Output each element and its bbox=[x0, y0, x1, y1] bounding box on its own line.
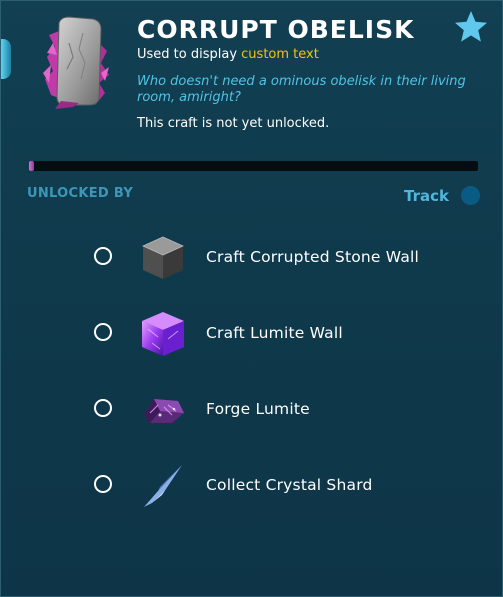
subtitle-text: Used to display bbox=[137, 47, 242, 62]
track-label[interactable]: Track bbox=[404, 187, 449, 205]
crystal-shard-icon bbox=[144, 465, 182, 507]
item-title: CORRUPT OBELISK bbox=[137, 15, 415, 44]
requirement-row: Forge Lumite bbox=[1, 385, 503, 435]
subtitle-highlight: custom text bbox=[241, 47, 319, 62]
unlock-progress-fill bbox=[29, 161, 34, 171]
lock-status-text: This craft is not yet unlocked. bbox=[137, 116, 330, 131]
unlock-progress-bar bbox=[29, 161, 478, 171]
corrupted-stone-wall-icon bbox=[142, 236, 184, 279]
star-icon[interactable] bbox=[453, 9, 489, 45]
lumite-wall-icon bbox=[142, 312, 184, 356]
unlocked-by-header: UNLOCKED BY bbox=[27, 186, 134, 201]
requirement-row: Craft Corrupted Stone Wall bbox=[1, 233, 503, 283]
requirement-checkbox[interactable] bbox=[94, 475, 112, 493]
track-toggle[interactable] bbox=[461, 186, 480, 205]
requirement-checkbox[interactable] bbox=[94, 247, 112, 265]
lumite-bar-icon bbox=[144, 399, 184, 423]
crafting-detail-panel: CORRUPT OBELISK Used to display custom t… bbox=[0, 0, 503, 597]
requirement-label: Collect Crystal Shard bbox=[206, 476, 373, 494]
item-subtitle: Used to display custom text bbox=[137, 47, 319, 62]
requirement-label: Forge Lumite bbox=[206, 400, 310, 418]
flavor-text: Who doesn't need a ominous obelisk in th… bbox=[137, 74, 466, 105]
requirement-checkbox[interactable] bbox=[94, 399, 112, 417]
panel-edge-tab[interactable] bbox=[1, 39, 11, 79]
requirement-label: Craft Corrupted Stone Wall bbox=[206, 248, 420, 266]
requirement-label: Craft Lumite Wall bbox=[206, 324, 343, 342]
corrupt-obelisk-icon bbox=[43, 16, 109, 109]
requirement-row: Collect Crystal Shard bbox=[1, 461, 503, 511]
requirement-row: Craft Lumite Wall bbox=[1, 309, 503, 359]
requirement-checkbox[interactable] bbox=[94, 323, 112, 341]
